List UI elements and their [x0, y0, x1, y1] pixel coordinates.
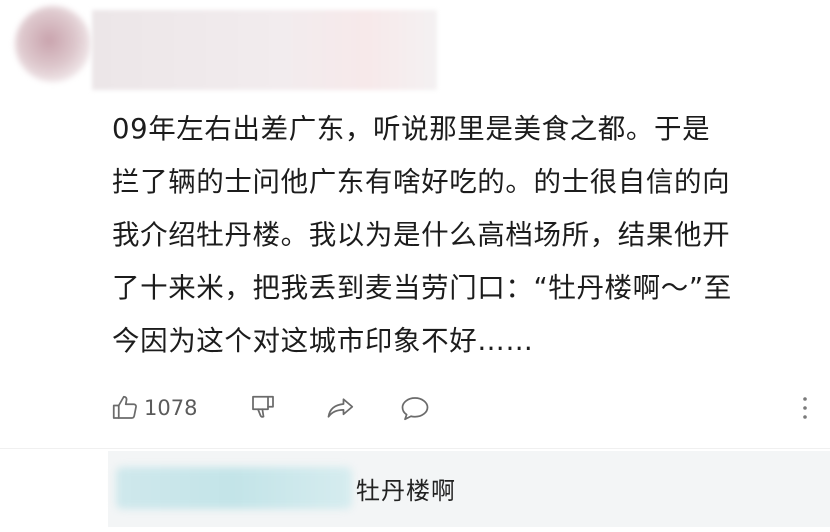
comment-actions: 1078 [110, 388, 815, 428]
like-button[interactable]: 1078 [110, 388, 197, 428]
thumbs-down-icon [248, 393, 278, 423]
reply-preview[interactable]: 牡丹楼啊 [108, 451, 830, 527]
more-options-button[interactable] [800, 388, 810, 428]
more-vertical-icon [800, 391, 810, 425]
divider [0, 448, 830, 449]
thumbs-up-icon [110, 393, 140, 423]
username-redacted [92, 10, 437, 90]
comment-header [0, 0, 830, 100]
avatar[interactable] [15, 6, 91, 82]
like-count: 1078 [144, 396, 198, 420]
reply-button[interactable] [398, 388, 432, 428]
comment-text: 09年左右出差广东，听说那里是美食之都。于是 拦了辆的士问他广东有啥好吃的。的士… [112, 113, 732, 357]
comment-icon [398, 393, 432, 423]
dislike-button[interactable] [248, 388, 278, 428]
share-button[interactable] [324, 388, 358, 428]
share-icon [324, 393, 358, 423]
reply-username-redacted [116, 467, 352, 509]
reply-text: 牡丹楼啊 [356, 477, 456, 505]
